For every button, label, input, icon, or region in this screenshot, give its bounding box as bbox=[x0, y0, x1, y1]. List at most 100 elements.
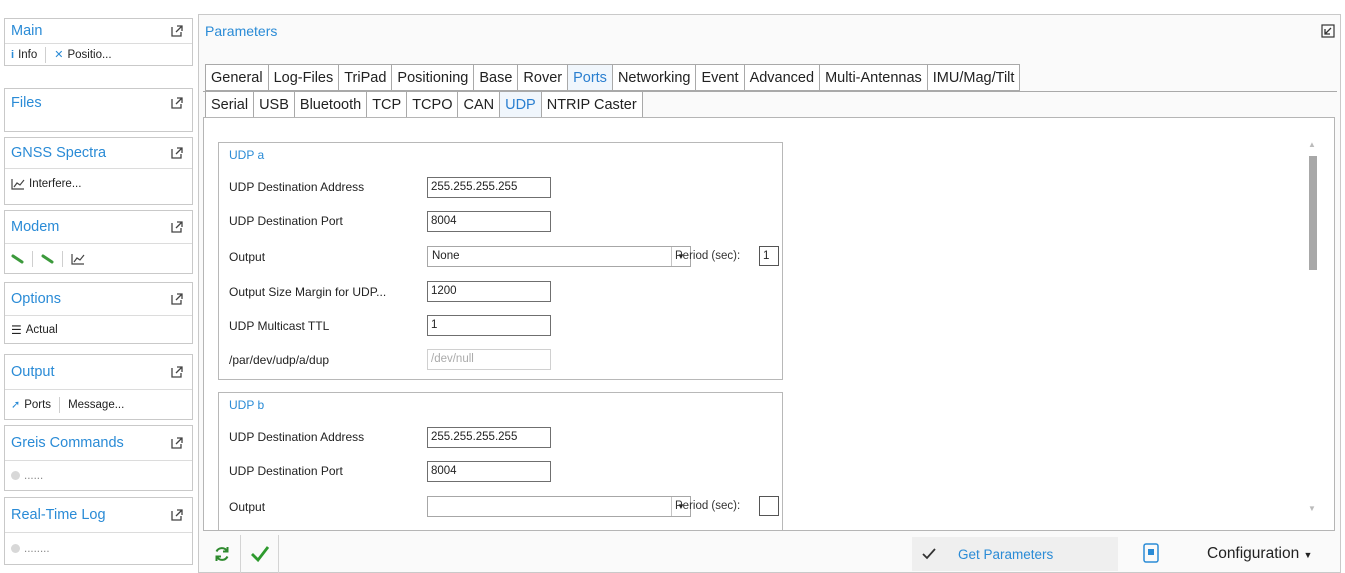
tab-networking[interactable]: Networking bbox=[611, 64, 696, 91]
udp-a-output-select[interactable]: None ▼ bbox=[427, 246, 691, 267]
external-window-icon[interactable] bbox=[170, 508, 184, 522]
positioning-button[interactable]: Positio... bbox=[67, 49, 111, 61]
external-window-icon[interactable] bbox=[170, 220, 184, 234]
udp-a-destination-address-input[interactable]: 255.255.255.255 bbox=[427, 177, 551, 198]
tab-base[interactable]: Base bbox=[473, 64, 518, 91]
get-parameters-label: Get Parameters bbox=[958, 546, 1054, 562]
udp-b-destination-address-input[interactable]: 255.255.255.255 bbox=[427, 427, 551, 448]
separator bbox=[59, 396, 61, 413]
field-label: Output bbox=[229, 500, 266, 514]
external-window-icon[interactable] bbox=[170, 146, 184, 160]
panel-main: Main i Info ✕ Positio... bbox=[4, 18, 193, 66]
refresh-button[interactable] bbox=[203, 535, 241, 573]
tab-udp[interactable]: UDP bbox=[499, 91, 541, 118]
tab-advanced[interactable]: Advanced bbox=[743, 64, 820, 91]
udp-b-group: UDP b UDP Destination Address 255.255.25… bbox=[218, 392, 783, 530]
external-window-icon[interactable] bbox=[170, 292, 184, 306]
check-icon bbox=[922, 548, 936, 560]
tab-positioning[interactable]: Positioning bbox=[391, 64, 474, 91]
udp-b-period-input[interactable] bbox=[759, 496, 779, 516]
tab-event[interactable]: Event bbox=[695, 64, 744, 91]
page-title: Parameters bbox=[205, 23, 278, 39]
vertical-scrollbar[interactable]: ▲ ▼ bbox=[1305, 140, 1321, 516]
group-title: UDP b bbox=[229, 398, 265, 412]
configuration-dropdown[interactable]: Configuration ▼ bbox=[1207, 545, 1312, 563]
info-button[interactable]: Info bbox=[18, 49, 37, 61]
panel-title: Output bbox=[11, 364, 55, 380]
tab-imu-mag-tilt[interactable]: IMU/Mag/Tilt bbox=[926, 64, 1021, 91]
udp-a-destination-port-input[interactable]: 8004 bbox=[427, 211, 551, 232]
check-icon bbox=[250, 546, 269, 563]
tab-general[interactable]: General bbox=[205, 64, 268, 91]
main-tabs: General Log-Files TriPad Positioning Bas… bbox=[205, 64, 1021, 91]
scrollbar-thumb[interactable] bbox=[1309, 156, 1317, 270]
link-icon[interactable] bbox=[11, 254, 24, 264]
udp-settings-area: UDP a UDP Destination Address 255.255.25… bbox=[203, 117, 1335, 531]
status-dot-icon bbox=[11, 544, 20, 553]
tab-ports[interactable]: Ports bbox=[567, 64, 612, 91]
bottom-toolbar: Get Parameters Configuration ▼ bbox=[203, 535, 1337, 573]
field-label: UDP Multicast TTL bbox=[229, 319, 330, 333]
udp-b-destination-port-input[interactable]: 8004 bbox=[427, 461, 551, 482]
info-icon: i bbox=[11, 48, 15, 61]
actual-button[interactable]: Actual bbox=[26, 324, 58, 336]
separator bbox=[32, 250, 33, 267]
field-label: UDP Destination Address bbox=[229, 180, 365, 194]
configuration-label: Configuration bbox=[1207, 545, 1300, 562]
field-label: /par/dev/udp/a/dup bbox=[229, 353, 330, 367]
panel-title: Options bbox=[11, 291, 61, 307]
panel-title: GNSS Spectra bbox=[11, 145, 107, 161]
tab-rover[interactable]: Rover bbox=[517, 64, 568, 91]
chart-icon[interactable] bbox=[71, 253, 85, 265]
tab-bluetooth[interactable]: Bluetooth bbox=[293, 91, 367, 118]
link-icon[interactable] bbox=[41, 254, 54, 264]
tab-can[interactable]: CAN bbox=[457, 91, 500, 118]
tab-multi-antennas[interactable]: Multi-Antennas bbox=[819, 64, 927, 91]
get-parameters-button[interactable]: Get Parameters bbox=[912, 537, 1118, 571]
satellite-icon: ✕ bbox=[54, 49, 64, 61]
panel-greis-commands: Greis Commands ...... bbox=[4, 425, 193, 491]
scroll-down-icon[interactable]: ▼ bbox=[1308, 504, 1316, 513]
tab-tcpo[interactable]: TCPO bbox=[406, 91, 458, 118]
panel-gnss-spectra: GNSS Spectra Interfere... bbox=[4, 137, 193, 205]
external-window-icon[interactable] bbox=[170, 365, 184, 379]
panel-options: Options ☰ Actual bbox=[4, 282, 193, 344]
field-label: UDP Destination Port bbox=[229, 464, 343, 478]
tab-tcp[interactable]: TCP bbox=[366, 91, 407, 118]
refresh-icon bbox=[215, 547, 228, 561]
tab-log-files[interactable]: Log-Files bbox=[267, 64, 339, 91]
status-dot-icon bbox=[11, 471, 20, 480]
udp-a-size-margin-input[interactable]: 1200 bbox=[427, 281, 551, 302]
device-icon[interactable] bbox=[1143, 543, 1159, 563]
list-icon: ☰ bbox=[11, 322, 22, 337]
panel-title: Greis Commands bbox=[11, 435, 124, 451]
field-label: UDP Destination Port bbox=[229, 214, 343, 228]
select-value: None bbox=[432, 250, 460, 262]
tab-ntrip-caster[interactable]: NTRIP Caster bbox=[540, 91, 643, 118]
tab-usb[interactable]: USB bbox=[253, 91, 294, 118]
restore-window-icon[interactable] bbox=[1321, 24, 1335, 38]
external-window-icon[interactable] bbox=[170, 96, 184, 110]
separator bbox=[45, 46, 47, 63]
panel-output: Output ➚ Ports Message... bbox=[4, 354, 193, 420]
interference-button[interactable]: Interfere... bbox=[29, 178, 81, 190]
ports-button[interactable]: Ports bbox=[24, 399, 51, 411]
panel-title: Real-Time Log bbox=[11, 507, 106, 523]
udp-a-group: UDP a UDP Destination Address 255.255.25… bbox=[218, 142, 783, 380]
tab-tripad[interactable]: TriPad bbox=[338, 64, 392, 91]
tab-serial[interactable]: Serial bbox=[205, 91, 254, 118]
arrow-icon: ➚ bbox=[11, 399, 21, 411]
udp-a-multicast-ttl-input[interactable]: 1 bbox=[427, 315, 551, 336]
udp-a-period-input[interactable]: 1 bbox=[759, 246, 779, 266]
scroll-up-icon[interactable]: ▲ bbox=[1308, 140, 1316, 149]
messages-button[interactable]: Message... bbox=[68, 399, 124, 411]
external-window-icon[interactable] bbox=[170, 436, 184, 450]
group-title: UDP a bbox=[229, 148, 265, 162]
greis-status-text: ...... bbox=[24, 469, 44, 482]
field-label: Output bbox=[229, 250, 266, 264]
udp-b-output-select[interactable]: ▼ bbox=[427, 496, 691, 517]
panel-title: Main bbox=[11, 23, 43, 39]
external-window-icon[interactable] bbox=[170, 24, 184, 38]
apply-button[interactable] bbox=[241, 535, 279, 573]
chevron-down-icon: ▼ bbox=[1303, 550, 1313, 560]
